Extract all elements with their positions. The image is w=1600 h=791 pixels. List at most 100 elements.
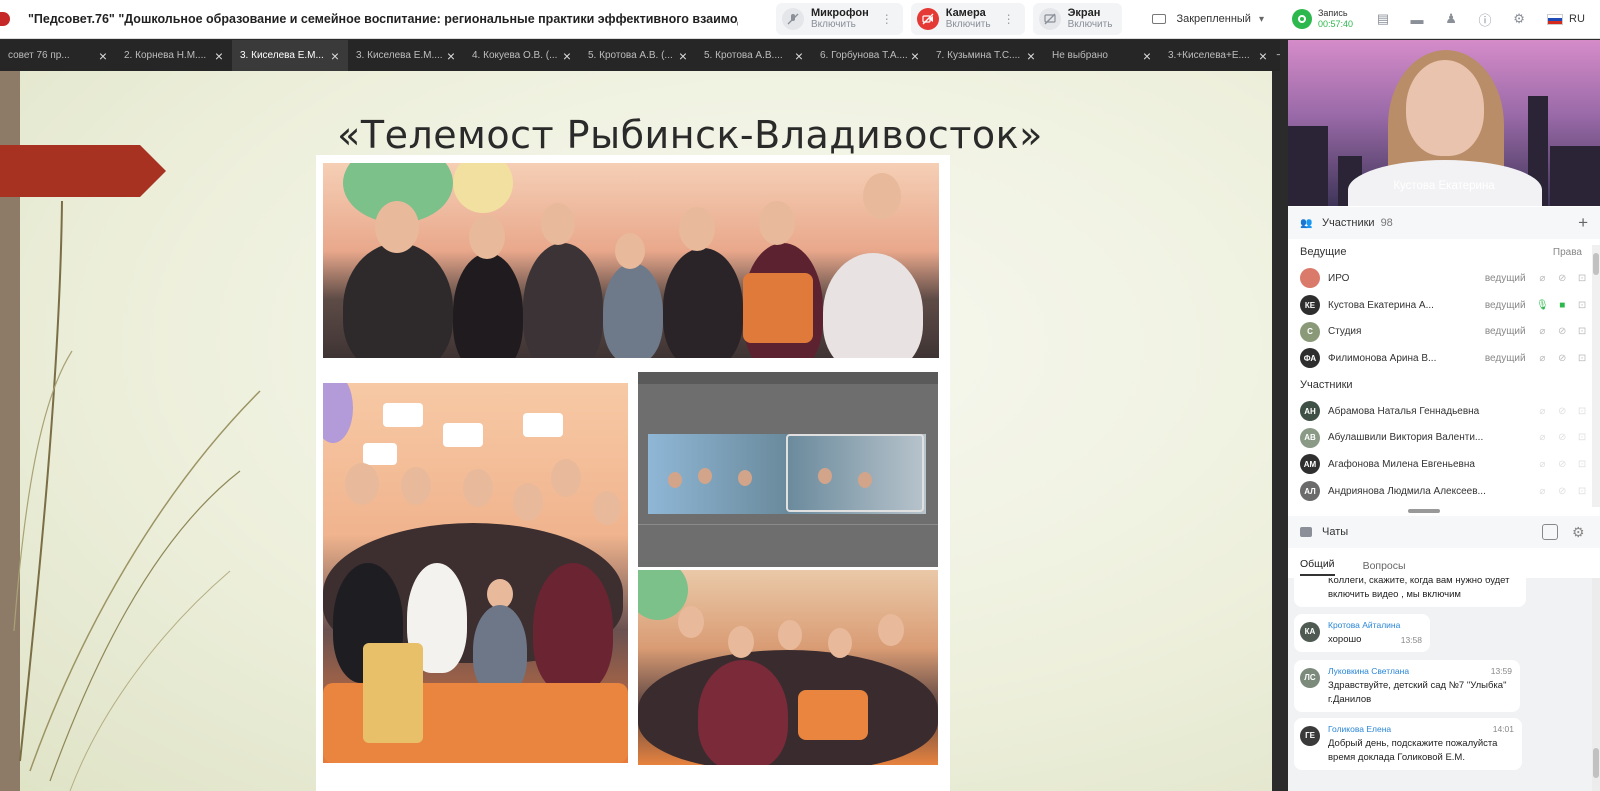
tab-label: 4. Кокуева О.В. (... bbox=[472, 50, 558, 61]
participants-title: Участники bbox=[1322, 217, 1375, 229]
tab-questions[interactable]: Вопросы bbox=[1363, 560, 1406, 576]
screen-label: Экран bbox=[1067, 7, 1101, 19]
participant-row[interactable]: АЛ Андриянова Людмила Алексеев... ⌀ ⊘ ⊡ bbox=[1288, 478, 1592, 505]
tab-document[interactable]: 3. Киселева Е.М... × bbox=[232, 40, 348, 71]
chat-settings-icon[interactable]: ⚙ bbox=[1572, 524, 1588, 540]
camera-off-icon[interactable]: ⊘ bbox=[1552, 273, 1572, 284]
mic-menu-icon[interactable]: ⋮ bbox=[881, 12, 893, 26]
camera-menu-icon[interactable]: ⋮ bbox=[1003, 12, 1015, 26]
close-icon[interactable]: × bbox=[1256, 48, 1270, 64]
speaker-video[interactable]: Кустова Екатерина bbox=[1288, 40, 1600, 206]
tab-label: 5. Кротова А.В. (... bbox=[588, 50, 673, 61]
camera-on-icon[interactable]: ■ bbox=[1552, 300, 1572, 311]
close-icon[interactable]: × bbox=[328, 48, 342, 64]
close-icon[interactable]: × bbox=[908, 48, 922, 64]
participant-role: ведущий bbox=[1484, 299, 1526, 311]
add-participant-icon[interactable]: + bbox=[1578, 213, 1588, 233]
tab-document[interactable]: Не выбрано × bbox=[1044, 40, 1160, 71]
host-row[interactable]: С Студия ведущий ⌀ ⊘ ⊡ bbox=[1288, 318, 1592, 345]
participants-header: 👥 Участники 98 + bbox=[1288, 207, 1600, 239]
mic-on-icon[interactable]: 🎙 bbox=[1532, 300, 1552, 311]
tab-label: 5. Кротова А.В.... bbox=[704, 50, 783, 61]
info-icon[interactable]: ⓘ bbox=[1471, 5, 1499, 33]
chat-window-icon[interactable] bbox=[1542, 524, 1558, 540]
close-icon[interactable]: × bbox=[96, 48, 110, 64]
mic-off-icon[interactable]: ⌀ bbox=[1532, 273, 1552, 284]
microphone-button[interactable]: Микрофон Включить ⋮ bbox=[776, 3, 903, 35]
camera-off-icon[interactable]: ⊘ bbox=[1552, 326, 1572, 337]
close-icon[interactable]: × bbox=[792, 48, 806, 64]
folder-icon[interactable]: ▬ bbox=[1403, 5, 1431, 33]
tab-label: 7. Кузьмина Т.С.... bbox=[936, 50, 1021, 61]
layout-mode-select[interactable]: Закрепленный ▾ bbox=[1152, 13, 1264, 25]
russian-flag-icon[interactable] bbox=[1547, 13, 1564, 25]
avatar: АМ bbox=[1300, 454, 1320, 475]
tab-document[interactable]: 4. Кокуева О.В. (... × bbox=[464, 40, 580, 71]
tab-document[interactable]: 5. Кротова А.В.... × bbox=[696, 40, 812, 71]
screen-share-icon: ⊡ bbox=[1577, 432, 1587, 444]
layout-icon bbox=[1152, 14, 1167, 24]
app-logo-icon bbox=[0, 12, 10, 26]
add-tab-icon[interactable]: + bbox=[1276, 47, 1280, 65]
host-row[interactable]: КЕ Кустова Екатерина А... ведущий 🎙 ■ ⊡ bbox=[1288, 292, 1592, 319]
camera-off-icon: ⊘ bbox=[1558, 458, 1567, 470]
hosts-section: Ведущие Права bbox=[1288, 239, 1592, 265]
tab-document[interactable]: 6. Горбунова Т.А.... × bbox=[812, 40, 928, 71]
message-author[interactable]: Кротова Айталина bbox=[1328, 620, 1400, 630]
close-icon[interactable]: × bbox=[676, 48, 690, 64]
host-row[interactable]: ИРО ведущий ⌀ ⊘ ⊡ bbox=[1288, 265, 1592, 292]
participant-role: ведущий bbox=[1484, 352, 1526, 364]
screen-share-icon[interactable]: ⊡ bbox=[1572, 273, 1592, 284]
avatar: КЕ bbox=[1300, 295, 1320, 316]
user-settings-icon[interactable]: ♟ bbox=[1437, 5, 1465, 33]
tab-general[interactable]: Общий bbox=[1300, 558, 1335, 576]
screen-share-icon[interactable]: ⊡ bbox=[1572, 300, 1592, 311]
panel-resize-handle[interactable] bbox=[1408, 509, 1440, 513]
message-author[interactable]: Луковкина Светлана bbox=[1328, 666, 1409, 676]
camera-off-icon[interactable]: ⊘ bbox=[1552, 353, 1572, 364]
tab-document[interactable]: совет 76 пр... × bbox=[0, 40, 116, 71]
chat-icon bbox=[1300, 527, 1312, 537]
mic-off-icon[interactable]: ⌀ bbox=[1532, 326, 1552, 337]
right-panel: Кустова Екатерина 👥 Участники 98 + Ведущ… bbox=[1288, 40, 1600, 791]
tab-document[interactable]: 3. Киселева Е.М.... × bbox=[348, 40, 464, 71]
layout-mode-value: Закрепленный bbox=[1176, 13, 1251, 25]
chat-scrollbar[interactable] bbox=[1592, 578, 1600, 791]
close-icon[interactable]: × bbox=[1024, 48, 1038, 64]
participant-row[interactable]: АМ Агафонова Милена Евгеньевна ⌀ ⊘ ⊡ bbox=[1288, 451, 1592, 478]
whiteboard-icon[interactable]: ▤ bbox=[1369, 5, 1397, 33]
tab-document[interactable]: 2. Корнева Н.М.... × bbox=[116, 40, 232, 71]
close-icon[interactable]: × bbox=[212, 48, 226, 64]
audience-photo bbox=[638, 570, 938, 765]
tab-label: 3.+Киселева+Е.... bbox=[1168, 50, 1250, 61]
tab-document[interactable]: 3.+Киселева+Е.... × bbox=[1160, 40, 1276, 71]
mic-label: Микрофон bbox=[811, 7, 869, 19]
participant-row[interactable]: АН Абрамова Наталья Геннадьевна ⌀ ⊘ ⊡ bbox=[1288, 398, 1592, 425]
camera-off-icon: ⊘ bbox=[1558, 405, 1567, 417]
camera-off-icon bbox=[916, 8, 939, 30]
participant-row[interactable]: АВ Абулашвили Виктория Валенти... ⌀ ⊘ ⊡ bbox=[1288, 424, 1592, 451]
host-row[interactable]: ФА Филимонова Арина В... ведущий ⌀ ⊘ ⊡ bbox=[1288, 345, 1592, 372]
chat-message: Коллеги, скажите, когда вам нужно будет … bbox=[1294, 578, 1526, 607]
recording-time: 00:57:40 bbox=[1317, 19, 1354, 29]
close-icon[interactable]: × bbox=[1140, 48, 1154, 64]
participants-scrollbar[interactable] bbox=[1592, 245, 1600, 507]
language-selector[interactable]: RU bbox=[1569, 13, 1585, 25]
close-icon[interactable]: × bbox=[560, 48, 574, 64]
mic-action: Включить bbox=[811, 19, 856, 30]
participant-name: Абулашвили Виктория Валенти... bbox=[1328, 432, 1484, 444]
mic-off-icon[interactable]: ⌀ bbox=[1532, 353, 1552, 364]
camera-button[interactable]: Камера Включить ⋮ bbox=[910, 3, 1025, 35]
chat-message: ГЕ Голикова Елена 14:01 Добрый день, подска… bbox=[1294, 718, 1522, 770]
gear-icon[interactable]: ⚙ bbox=[1505, 5, 1533, 33]
avatar: ФА bbox=[1300, 348, 1320, 369]
tab-document[interactable]: 5. Кротова А.В. (... × bbox=[580, 40, 696, 71]
tab-document[interactable]: 7. Кузьмина Т.С.... × bbox=[928, 40, 1044, 71]
message-author[interactable]: Голикова Елена bbox=[1328, 724, 1391, 734]
recording-indicator[interactable]: Запись 00:57:40 bbox=[1291, 8, 1354, 30]
close-icon[interactable]: × bbox=[444, 48, 458, 64]
screen-share-button[interactable]: Экран Включить bbox=[1032, 3, 1123, 35]
participant-name: Андриянова Людмила Алексеев... bbox=[1328, 485, 1486, 497]
screen-share-icon[interactable]: ⊡ bbox=[1572, 353, 1592, 364]
screen-share-icon[interactable]: ⊡ bbox=[1572, 326, 1592, 337]
